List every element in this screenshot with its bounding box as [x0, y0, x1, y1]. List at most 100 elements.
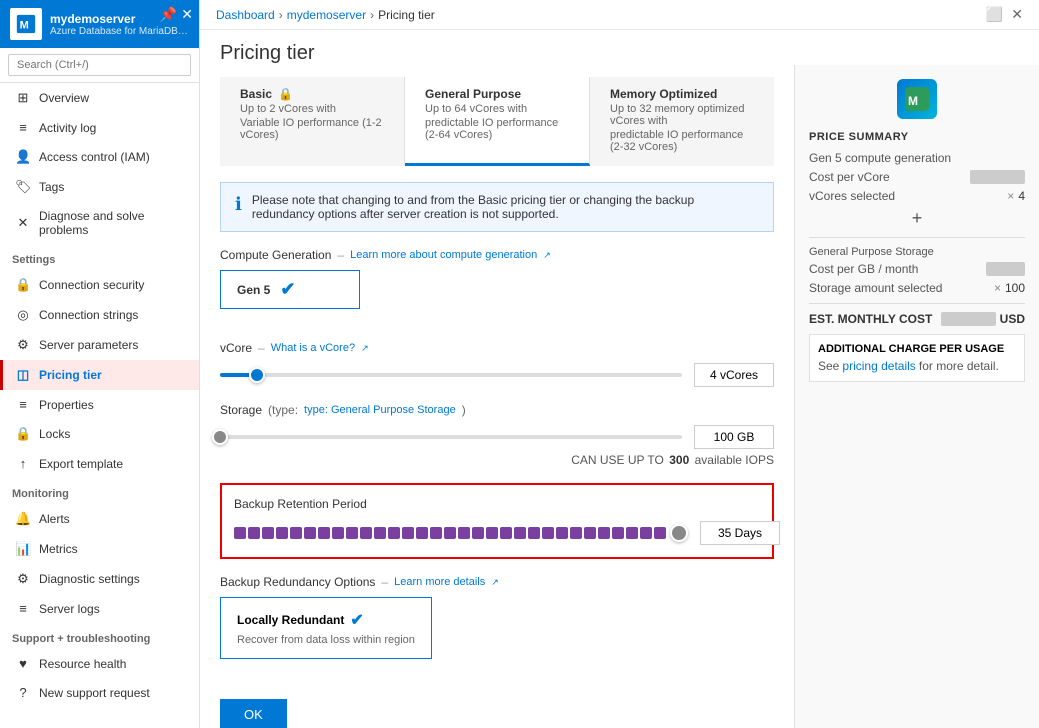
vcore-slider-container[interactable] — [220, 365, 682, 385]
sidebar-item-label: Diagnose and solve problems — [39, 209, 187, 237]
dot-31 — [654, 527, 666, 539]
gen-select-box[interactable]: Gen 5 ✔ — [220, 270, 360, 309]
sidebar-item-label: Connection security — [39, 278, 144, 292]
dot-30 — [640, 527, 652, 539]
redundancy-card-desc: Recover from data loss within region — [237, 634, 415, 646]
sidebar-item-pricing-tier[interactable]: ◫ Pricing tier — [0, 360, 199, 390]
dot-19 — [486, 527, 498, 539]
dot-3 — [262, 527, 274, 539]
storage-slider-container[interactable] — [220, 427, 682, 447]
sidebar-item-resource-health[interactable]: ♥ Resource health — [0, 649, 199, 678]
sidebar-item-locks[interactable]: 🔒 Locks — [0, 419, 199, 449]
price-cost-per-gb-value: ████ — [986, 262, 1025, 276]
dot-28 — [612, 527, 624, 539]
backup-slider-row: 35 Days — [234, 521, 760, 545]
redundancy-card-local[interactable]: Locally Redundant ✔ Recover from data lo… — [220, 597, 432, 659]
sidebar-item-connection-security[interactable]: 🔒 Connection security — [0, 270, 199, 300]
breadcrumb-dashboard[interactable]: Dashboard — [216, 8, 275, 22]
storage-close-paren: ) — [462, 403, 466, 417]
tags-icon: 🏷 — [15, 179, 31, 195]
sidebar-header-actions: 📌 ✕ — [160, 6, 193, 23]
sidebar-item-connection-strings[interactable]: ◎ Connection strings — [0, 300, 199, 330]
price-cost-per-gb-label: Cost per GB / month — [809, 262, 918, 276]
price-vcores-selected-row: vCores selected × 4 — [809, 189, 1025, 203]
price-storage-amount-value: 100 — [1005, 281, 1025, 295]
dot-17 — [458, 527, 470, 539]
search-input[interactable] — [8, 54, 191, 76]
storage-value-box: 100 GB — [694, 425, 774, 449]
svg-text:M: M — [908, 94, 918, 108]
ok-button[interactable]: OK — [220, 699, 287, 728]
vcore-link[interactable]: What is a vCore? — [271, 342, 355, 354]
sidebar-item-label: Properties — [39, 398, 94, 412]
backup-value-box: 35 Days — [700, 521, 780, 545]
tier-tab-memory[interactable]: Memory Optimized Up to 32 memory optimiz… — [590, 77, 774, 166]
price-vcores-value-group: × 4 — [1007, 189, 1025, 203]
tier-desc-general-1: Up to 64 vCores with — [425, 103, 569, 115]
tier-tab-basic[interactable]: Basic 🔒 Up to 2 vCores with Variable IO … — [220, 77, 405, 166]
minimize-icon[interactable]: ⬜ — [986, 6, 1003, 23]
storage-label: Storage (type: type: General Purpose Sto… — [220, 403, 774, 417]
close-icon[interactable]: ✕ — [1011, 6, 1023, 23]
sidebar-item-properties[interactable]: ≡ Properties — [0, 390, 199, 419]
price-panel: M PRICE SUMMARY Gen 5 compute generation… — [794, 65, 1039, 728]
pin-icon[interactable]: 📌 — [160, 6, 177, 23]
sidebar-item-metrics[interactable]: 📊 Metrics — [0, 534, 199, 564]
dot-14 — [416, 527, 428, 539]
tier-desc-memory-1: Up to 32 memory optimized vCores with — [610, 103, 754, 127]
redundancy-label: Backup Redundancy Options – Learn more d… — [220, 575, 774, 589]
storage-type-link[interactable]: type: General Purpose Storage — [304, 404, 456, 416]
dot-2 — [248, 527, 260, 539]
storage-slider-thumb[interactable] — [212, 429, 228, 445]
dot-20 — [500, 527, 512, 539]
app-icon: M — [10, 8, 42, 40]
sidebar-item-diagnose[interactable]: ✕ Diagnose and solve problems — [0, 202, 199, 244]
vcore-slider-track — [220, 373, 682, 377]
backup-slider-container[interactable] — [234, 523, 688, 543]
price-storage-amount-label: Storage amount selected — [809, 281, 942, 295]
price-logo: M — [809, 79, 1025, 119]
price-compute-gen-row: Gen 5 compute generation — [809, 151, 1025, 165]
price-vcores-value: 4 — [1018, 189, 1025, 203]
settings-section-label: Settings — [0, 244, 199, 270]
pricing-tier-icon: ◫ — [15, 367, 31, 383]
redundancy-learn-more-link[interactable]: Learn more details — [394, 576, 485, 588]
sidebar-item-label: New support request — [39, 686, 150, 700]
gen-value: Gen 5 — [237, 283, 270, 297]
dot-9 — [346, 527, 358, 539]
storage-slider-row: 100 GB — [220, 425, 774, 449]
sidebar-item-alerts[interactable]: 🔔 Alerts — [0, 504, 199, 534]
sidebar-item-overview[interactable]: ⊞ Overview — [0, 83, 199, 113]
compute-section: Compute Generation – Learn more about co… — [220, 248, 774, 325]
sidebar-item-label: Pricing tier — [39, 368, 102, 382]
redundancy-section: Backup Redundancy Options – Learn more d… — [220, 575, 774, 659]
sidebar-item-label: Metrics — [39, 542, 78, 556]
support-section-label: Support + troubleshooting — [0, 623, 199, 649]
sidebar-item-new-support[interactable]: ? New support request — [0, 678, 199, 707]
dot-4 — [276, 527, 288, 539]
sidebar-item-diagnostic-settings[interactable]: ⚙ Diagnostic settings — [0, 564, 199, 594]
est-monthly-label: EST. MONTHLY COST — [809, 312, 932, 326]
backup-slider-thumb[interactable] — [670, 524, 688, 542]
dot-12 — [388, 527, 400, 539]
sidebar-item-label: Connection strings — [39, 308, 138, 322]
price-storage-amount-row: Storage amount selected × 100 — [809, 281, 1025, 295]
pricing-details-link[interactable]: pricing details — [842, 359, 915, 373]
sidebar-item-label: Locks — [39, 427, 70, 441]
price-cost-per-vcore-value: ██████ — [970, 170, 1025, 184]
sidebar-item-export-template[interactable]: ↑ Export template — [0, 449, 199, 478]
vcore-value-box: 4 vCores — [694, 363, 774, 387]
close-sidebar-icon[interactable]: ✕ — [181, 6, 193, 23]
breadcrumb-server[interactable]: mydemoserver — [287, 8, 366, 22]
sidebar-item-tags[interactable]: 🏷 Tags — [0, 172, 199, 202]
compute-learn-more-link[interactable]: Learn more about compute generation — [350, 249, 537, 261]
vcore-slider-thumb[interactable] — [249, 367, 265, 383]
sidebar-item-activity-log[interactable]: ≡ Activity log — [0, 113, 199, 142]
alerts-icon: 🔔 — [15, 511, 31, 527]
sidebar-item-access-control[interactable]: 👤 Access control (IAM) — [0, 142, 199, 172]
sidebar-item-server-logs[interactable]: ≡ Server logs — [0, 594, 199, 623]
iops-value: 300 — [669, 453, 689, 467]
sidebar-item-server-parameters[interactable]: ⚙ Server parameters — [0, 330, 199, 360]
dot-15 — [430, 527, 442, 539]
tier-tab-general[interactable]: General Purpose Up to 64 vCores with pre… — [405, 77, 590, 166]
